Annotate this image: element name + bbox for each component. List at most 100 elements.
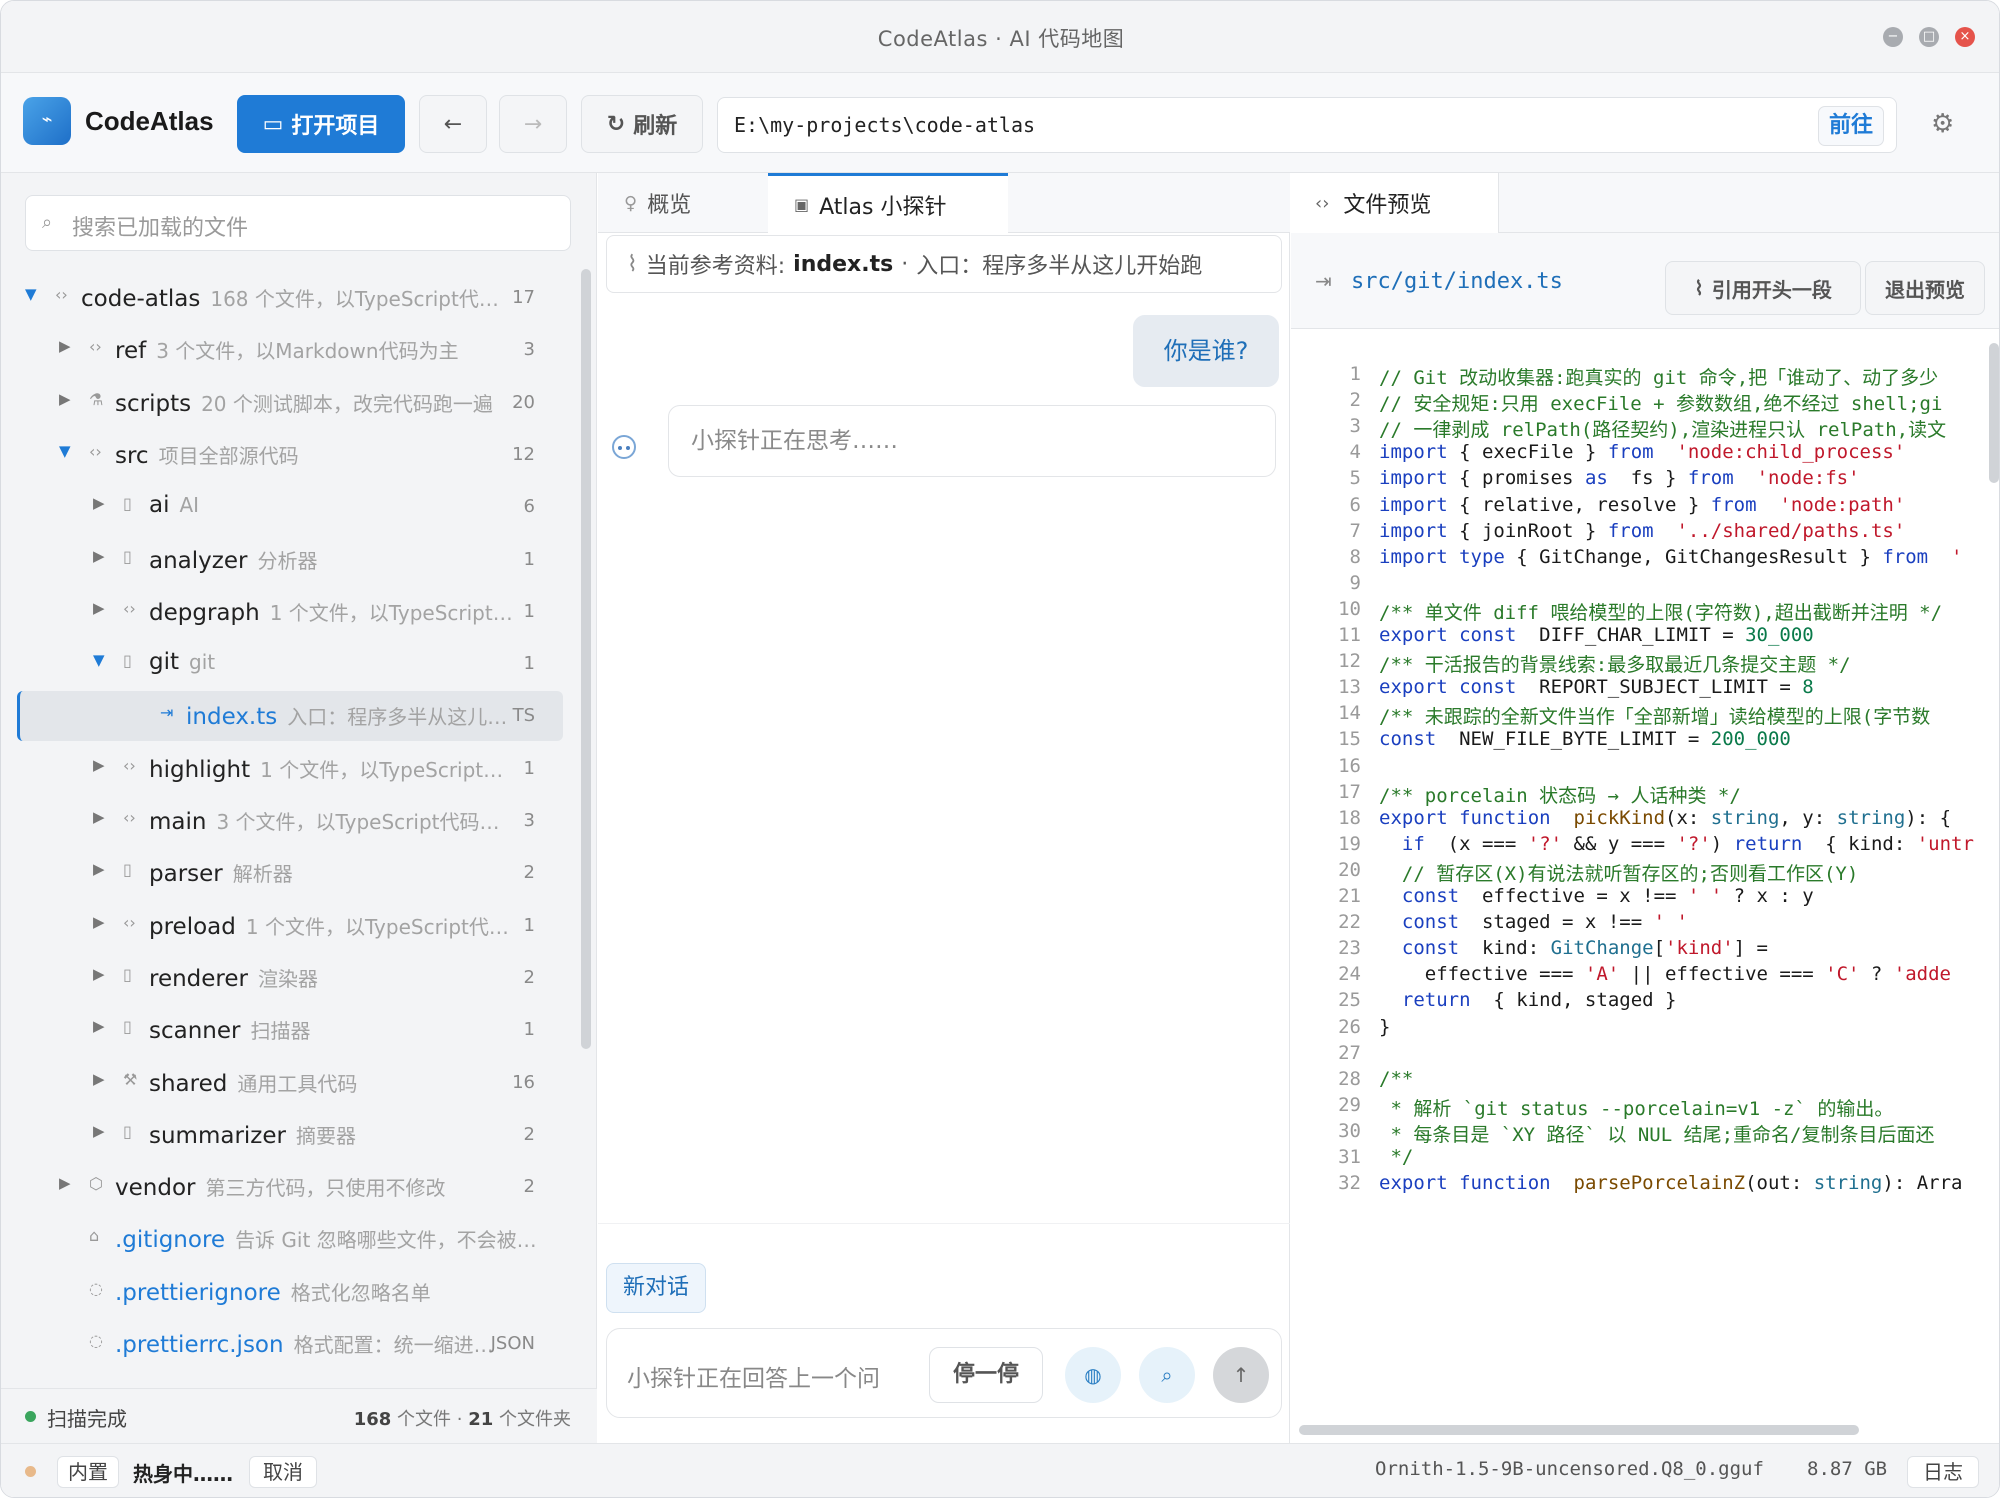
- code-hscrollbar[interactable]: [1299, 1425, 1859, 1435]
- chevron-right-icon[interactable]: ▶: [93, 756, 105, 774]
- code-line: */: [1379, 1146, 1413, 1168]
- quote-head-button[interactable]: ⌇ 引用开头一段: [1665, 261, 1861, 315]
- code-scrollbar[interactable]: [1989, 343, 1999, 483]
- code-token: const: [1401, 885, 1460, 907]
- maximize-button[interactable]: □: [1919, 27, 1939, 47]
- log-button[interactable]: 日志: [1907, 1456, 1979, 1488]
- toolbar: ⌁ CodeAtlas ▭ 打开项目 ← → ↻ 刷新 E:\my-projec…: [1, 73, 1999, 173]
- code-token: return: [1401, 989, 1471, 1012]
- stop-button[interactable]: 停一停: [929, 1347, 1043, 1403]
- code-token: 'node:fs': [1756, 467, 1860, 490]
- tree-item-shared[interactable]: ▶ ⚒ shared 通用工具代码 16: [17, 1058, 563, 1108]
- tree-item-git[interactable]: ▼ ▯ git git 1: [17, 639, 563, 689]
- sidebar-scrollbar[interactable]: [581, 269, 591, 1049]
- chevron-right-icon[interactable]: ▶: [59, 1174, 71, 1192]
- code-line: export const DIFF_CHAR_LIMIT = 30_000: [1379, 624, 1814, 646]
- tree-item-ref[interactable]: ▶ ‹› ref 3 个文件，以Markdown代码为主 3: [17, 325, 563, 375]
- chevron-right-icon[interactable]: ▶: [59, 337, 71, 355]
- tab-atlas-probe[interactable]: ▣ Atlas 小探针: [768, 173, 1008, 233]
- code-token: ] =: [1733, 937, 1768, 960]
- tree-item-label: scanner 扫描器: [149, 1015, 310, 1044]
- close-button[interactable]: ×: [1955, 27, 1975, 47]
- globe-icon[interactable]: ◍: [1065, 1347, 1121, 1403]
- code-token: { joinRoot }: [1459, 519, 1608, 542]
- address-bar[interactable]: E:\my-projects\code-atlas 前往: [717, 97, 1897, 153]
- tree-item-vendor[interactable]: ▶ ⬡ vendor 第三方代码，只使用不修改 2: [17, 1162, 563, 1212]
- tree-item-renderer[interactable]: ▶ ▯ renderer 渲染器 2: [17, 953, 563, 1003]
- line-number: 17: [1338, 780, 1361, 803]
- tree-item-gitignore[interactable]: ⌂ .gitignore 告诉 Git 忽略哪些文件，不会被…: [17, 1214, 563, 1264]
- tree-item-count: 1: [523, 600, 535, 622]
- code-token: fs }: [1619, 467, 1688, 490]
- chevron-right-icon[interactable]: ▶: [93, 1070, 105, 1088]
- code-line: import { execFile } from 'node:child_pro…: [1379, 441, 1905, 463]
- tree-item-ai[interactable]: ▶ ▯ ai AI 6: [17, 482, 563, 532]
- chevron-right-icon[interactable]: ▶: [93, 965, 105, 983]
- tree-item-preload[interactable]: ▶ ‹› preload 1 个文件，以TypeScript代… 1: [17, 901, 563, 951]
- tree-item-count: 16: [512, 1071, 535, 1093]
- code-token: NEW_FILE_BYTE_LIMIT =: [1447, 728, 1711, 751]
- tree-item-prettierignore[interactable]: ◌ .prettierignore 格式化忽略名单: [17, 1267, 563, 1317]
- send-button[interactable]: ↑: [1213, 1347, 1269, 1403]
- chevron-right-icon[interactable]: ▶: [93, 913, 105, 931]
- tree-item-highlight[interactable]: ▶ ‹› highlight 1 个文件，以TypeScript… 1: [17, 744, 563, 794]
- minimize-button[interactable]: −: [1883, 27, 1903, 47]
- code-line: * 每条目是 `XY 路径` 以 NUL 结尾;重命名/复制条目后面还: [1379, 1120, 1934, 1147]
- tree-item-name: code-atlas: [81, 286, 201, 312]
- code-token: /** porcelain 状态码 → 人话种类 */: [1379, 784, 1741, 807]
- code-line: // 暂存区(X)有说法就听暂存区的;否则看工作区(Y): [1379, 859, 1858, 886]
- back-button[interactable]: ←: [419, 95, 487, 153]
- chat-input[interactable]: 小探针正在回答上一个问: [627, 1359, 880, 1393]
- tree-item-name: highlight: [149, 756, 251, 783]
- tree-item-name: .prettierrc.json: [115, 1332, 284, 1358]
- tree-item-label: parser 解析器: [149, 858, 293, 887]
- tree-item-code-atlas[interactable]: ▼ ‹› code-atlas 168 个文件，以TypeScript代… 17: [17, 273, 563, 323]
- chevron-down-icon[interactable]: ▼: [25, 285, 37, 303]
- chevron-right-icon[interactable]: ▶: [93, 494, 105, 512]
- tree-item-index-ts[interactable]: ⇥ index.ts 入口：程序多半从这儿… TS: [17, 691, 563, 742]
- gear-icon[interactable]: ⚙: [1931, 109, 1954, 139]
- path-input[interactable]: E:\my-projects\code-atlas: [734, 113, 1035, 137]
- chevron-right-icon[interactable]: ▶: [93, 547, 105, 565]
- drop-icon: ◌: [89, 1331, 103, 1350]
- code-line: return { kind, staged }: [1379, 989, 1677, 1012]
- search-input[interactable]: ⌕ 搜索已加载的文件: [25, 195, 571, 251]
- code-token: // 安全规矩:只用 execFile + 参数数组,绝不经过 shell;gi: [1379, 393, 1943, 416]
- code-token: ? x : y: [1722, 885, 1814, 907]
- cancel-button[interactable]: 取消: [249, 1456, 317, 1488]
- code-token: && y ===: [1562, 832, 1677, 855]
- tree-item-name: vendor: [115, 1175, 196, 1202]
- chevron-down-icon[interactable]: ▼: [93, 651, 105, 669]
- file-count: 168 个文件 · 21 个文件夹: [353, 1409, 571, 1430]
- line-number: 10: [1338, 597, 1361, 620]
- chevron-right-icon[interactable]: ▶: [93, 808, 105, 826]
- folder-search-icon[interactable]: ⌕: [1139, 1347, 1195, 1403]
- go-button[interactable]: 前往: [1818, 106, 1884, 146]
- tab-file-preview[interactable]: ‹› 文件预览: [1291, 173, 1499, 233]
- tree-item-parser[interactable]: ▶ ▯ parser 解析器 2: [17, 848, 563, 898]
- refresh-button[interactable]: ↻ 刷新: [581, 95, 703, 153]
- chevron-right-icon[interactable]: ▶: [93, 1122, 105, 1140]
- tab-overview[interactable]: ♀ 概览: [598, 173, 768, 233]
- chevron-right-icon[interactable]: ▶: [59, 390, 71, 408]
- tree-item-scanner[interactable]: ▶ ▯ scanner 扫描器 1: [17, 1005, 563, 1055]
- code-line: import { relative, resolve } from 'node:…: [1379, 494, 1905, 516]
- tree-item-scripts[interactable]: ▶ ⚗ scripts 20 个测试脚本，改完代码跑一遍 20: [17, 378, 563, 428]
- open-project-button[interactable]: ▭ 打开项目: [237, 95, 405, 153]
- tree-item-summarizer[interactable]: ▶ ▯ summarizer 摘要器 2: [17, 1110, 563, 1160]
- tree-item-depgraph[interactable]: ▶ ‹› depgraph 1 个文件，以TypeScript… 1: [17, 587, 563, 637]
- new-chat-button[interactable]: 新对话: [606, 1263, 706, 1313]
- code-token: REPORT_SUBJECT_LIMIT =: [1527, 676, 1803, 699]
- chevron-right-icon[interactable]: ▶: [93, 1017, 105, 1035]
- tree-item-prettierrc-json[interactable]: ◌ .prettierrc.json 格式配置：统一缩进… JSON: [17, 1319, 563, 1369]
- chevron-down-icon[interactable]: ▼: [59, 442, 71, 460]
- exit-preview-button[interactable]: 退出预览: [1865, 261, 1985, 315]
- forward-button[interactable]: →: [499, 95, 567, 153]
- tree-item-src[interactable]: ▼ ‹› src 项目全部源代码 12: [17, 430, 563, 480]
- chevron-right-icon[interactable]: ▶: [93, 599, 105, 617]
- tree-item-analyzer[interactable]: ▶ ▯ analyzer 分析器 1: [17, 535, 563, 585]
- line-number: 25: [1338, 989, 1361, 1012]
- tree-item-main[interactable]: ▶ ‹› main 3 个文件，以TypeScript代码… 3: [17, 796, 563, 846]
- chevron-right-icon[interactable]: ▶: [93, 860, 105, 878]
